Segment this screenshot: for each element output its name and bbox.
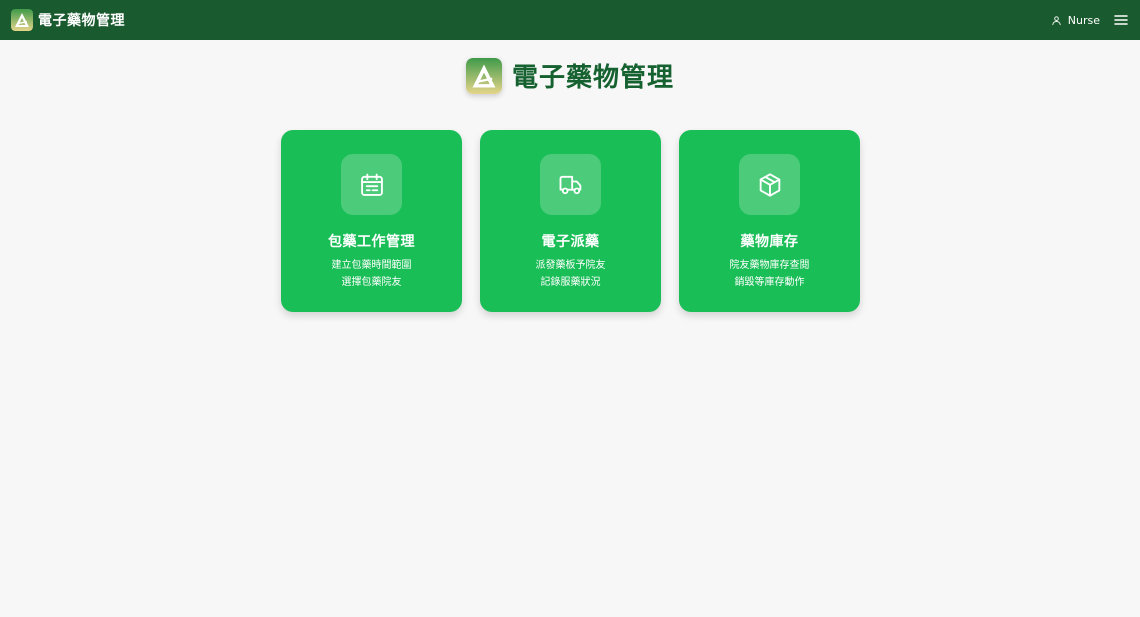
- truck-icon: [559, 175, 581, 194]
- user-name: Nurse: [1067, 13, 1100, 27]
- card-title: 電子派藥: [541, 234, 600, 250]
- card-icon-container: [540, 154, 601, 215]
- card-desc-line: 建立包藥時間範圍: [331, 260, 412, 271]
- user-icon: [1052, 15, 1061, 25]
- app-logo-icon: [465, 57, 502, 94]
- card-e-dispensing[interactable]: 電子派藥 派發藥板予院友 記錄服藥狀況: [480, 130, 661, 312]
- user-menu[interactable]: Nurse: [1051, 14, 1100, 27]
- card-icon-container: [341, 154, 402, 215]
- page-header: 電子藥物管理: [0, 57, 1140, 94]
- hamburger-menu-icon[interactable]: [1114, 14, 1128, 26]
- card-title: 包藥工作管理: [328, 234, 415, 250]
- card-icon-container: [739, 154, 800, 215]
- top-navbar: 電子藥物管理 Nurse: [0, 0, 1140, 40]
- card-desc-line: 銷毀等庫存動作: [734, 277, 805, 288]
- card-desc-line: 派發藥板予院友: [535, 260, 606, 271]
- card-desc-line: 選擇包藥院友: [341, 277, 402, 288]
- feature-cards: 包藥工作管理 建立包藥時間範圍 選擇包藥院友 電子派藥 派發藥板予院友 記錄服藥…: [281, 130, 860, 312]
- card-description: 派發藥板予院友 記錄服藥狀況: [536, 257, 606, 291]
- brand[interactable]: 電子藥物管理: [11, 9, 125, 31]
- card-desc-line: 院友藥物庫存查閱: [729, 260, 810, 271]
- page-title: 電子藥物管理: [511, 63, 674, 93]
- card-description: 院友藥物庫存查閱 銷毀等庫存動作: [730, 257, 810, 291]
- calendar-list-icon: [360, 173, 383, 196]
- package-box-icon: [759, 172, 780, 197]
- card-desc-line: 記錄服藥狀況: [540, 277, 601, 288]
- card-medication-inventory[interactable]: 藥物庫存 院友藥物庫存查閱 銷毀等庫存動作: [679, 130, 860, 312]
- card-description: 建立包藥時間範圍 選擇包藥院友: [332, 257, 412, 291]
- card-packing-management[interactable]: 包藥工作管理 建立包藥時間範圍 選擇包藥院友: [281, 130, 462, 312]
- header-actions: Nurse: [1051, 14, 1128, 27]
- app-title: 電子藥物管理: [38, 13, 125, 29]
- app-logo-icon: [11, 9, 33, 31]
- card-title: 藥物庫存: [740, 234, 799, 250]
